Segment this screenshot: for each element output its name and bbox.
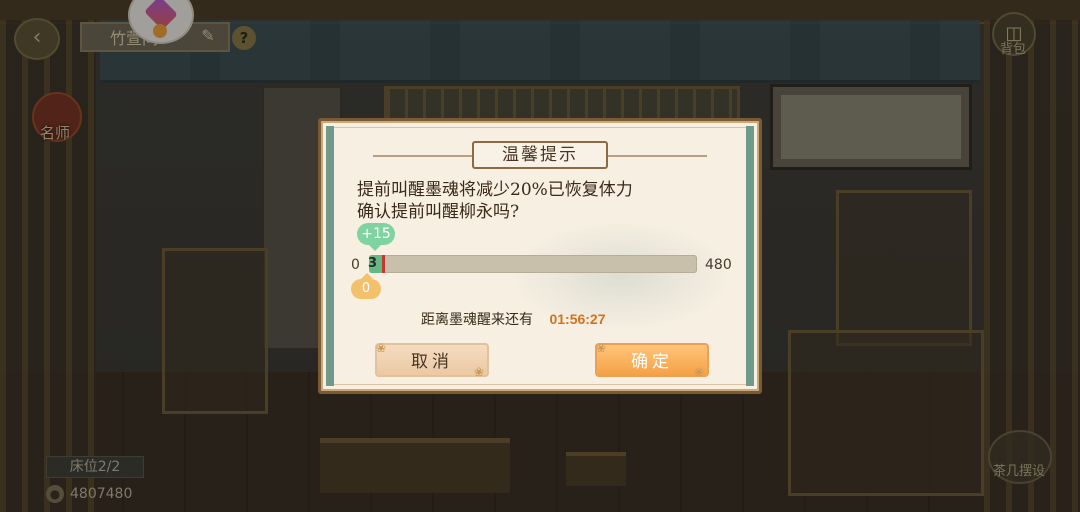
leaf-ornament-icon: ❀ xyxy=(595,341,611,355)
confirm-button[interactable]: ❀ 确定 ❀ xyxy=(595,341,709,379)
leaf-ornament-icon: ❀ xyxy=(693,365,709,379)
stamina-cost-badge: 0 xyxy=(351,273,381,299)
stamina-cost-marker xyxy=(382,255,385,273)
stamina-gain-badge: +15 xyxy=(357,223,395,251)
wake-countdown-row: 距离墨魂醒来还有 01:56:27 xyxy=(421,309,606,329)
stamina-bar: 3 xyxy=(368,255,697,273)
stamina-bar-min: 0 xyxy=(351,257,360,273)
confirm-button-label: 确定 xyxy=(631,352,673,372)
dialog-message-line2: 确认提前叫醒柳永吗? xyxy=(357,202,520,222)
cancel-button[interactable]: ❀ 取消 ❀ xyxy=(375,341,489,379)
cancel-button-label: 取消 xyxy=(411,352,453,372)
dialog-title: 温馨提示 xyxy=(472,141,608,169)
wake-countdown-time: 01:56:27 xyxy=(549,311,606,327)
warm-tip-dialog: 温馨提示 提前叫醒墨魂将减少20%已恢复体力 确认提前叫醒柳永吗? +15 0 … xyxy=(318,118,762,394)
wake-countdown-label: 距离墨魂醒来还有 xyxy=(421,312,533,328)
stamina-bar-max: 480 xyxy=(705,257,732,273)
leaf-ornament-icon: ❀ xyxy=(473,365,489,379)
stamina-current-value: 3 xyxy=(368,256,378,271)
leaf-ornament-icon: ❀ xyxy=(375,341,391,355)
